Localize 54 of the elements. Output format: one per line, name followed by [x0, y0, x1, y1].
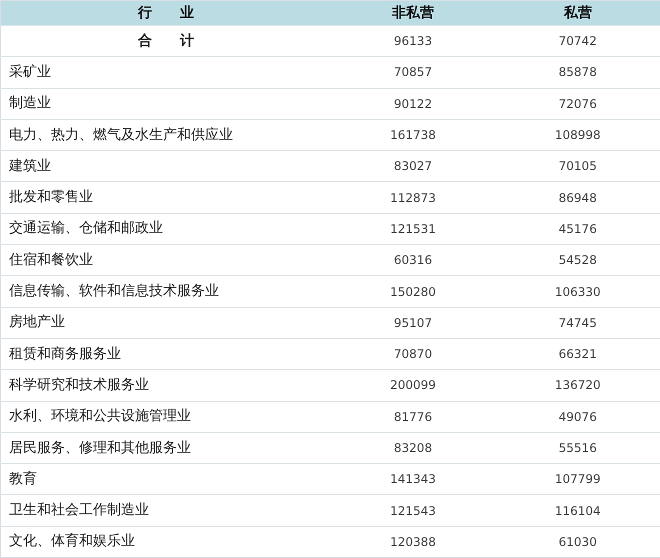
table-cell: 70105: [496, 150, 660, 182]
table-cell: 55516: [496, 432, 660, 464]
table-cell: 90122: [330, 88, 496, 120]
table-cell: 136720: [496, 370, 660, 402]
industry-cell: 制造业: [0, 88, 330, 120]
table-cell: 74745: [496, 307, 660, 338]
table-cell: 85878: [496, 56, 660, 88]
table-cell: 107799: [496, 464, 660, 495]
table-cell: 161738: [330, 119, 496, 151]
table-cell: 116104: [496, 494, 660, 526]
industry-cell: 房地产业: [0, 307, 330, 338]
industry-cell: 电力、热力、燃气及水生产和供应业: [0, 119, 330, 151]
table-cell: 54528: [496, 244, 660, 276]
column-header: 行 业: [0, 0, 330, 26]
table-cell: 83208: [330, 432, 496, 464]
column-header: 私营: [496, 0, 660, 26]
table-cell: 106330: [496, 276, 660, 308]
table-cell: 108998: [496, 119, 660, 151]
table-cell: 95107: [330, 307, 496, 338]
industry-cell: 租赁和商务服务业: [0, 338, 330, 370]
table-cell: 150280: [330, 276, 496, 308]
industry-cell: 交通运输、仓储和邮政业: [0, 213, 330, 245]
table-cell: 45176: [496, 213, 660, 245]
table-cell: 70857: [330, 56, 496, 88]
industry-cell: 建筑业: [0, 150, 330, 182]
industry-cell: 住宿和餐饮业: [0, 244, 330, 276]
industry-cell: 信息传输、软件和信息技术服务业: [0, 276, 330, 308]
table-cell: 61030: [496, 526, 660, 558]
table-cell: 141343: [330, 464, 496, 495]
total-label: 合 计: [0, 26, 330, 57]
table-cell: 60316: [330, 244, 496, 276]
table-cell: 200099: [330, 370, 496, 402]
table-cell: 66321: [496, 338, 660, 370]
table-cell: 70742: [496, 26, 660, 57]
industry-cell: 卫生和社会工作制造业: [0, 494, 330, 526]
industry-cell: 批发和零售业: [0, 182, 330, 214]
industry-cell: 水利、环境和公共设施管理业: [0, 401, 330, 432]
table-cell: 121531: [330, 213, 496, 245]
table-cell: 70870: [330, 338, 496, 370]
table-cell: 49076: [496, 401, 660, 432]
table-cell: 120388: [330, 526, 496, 558]
industry-cell: 教育: [0, 464, 330, 495]
industry-cell: 科学研究和技术服务业: [0, 370, 330, 402]
industry-cell: 居民服务、修理和其他服务业: [0, 432, 330, 464]
table-cell: 72076: [496, 88, 660, 120]
industry-cell: 文化、体育和娱乐业: [0, 526, 330, 558]
table-cell: 112873: [330, 182, 496, 214]
table-cell: 83027: [330, 150, 496, 182]
column-header: 非私营: [330, 0, 496, 26]
table-cell: 121543: [330, 494, 496, 526]
table-cell: 96133: [330, 26, 496, 57]
table-cell: 86948: [496, 182, 660, 214]
industry-cell: 采矿业: [0, 56, 330, 88]
table-cell: 81776: [330, 401, 496, 432]
